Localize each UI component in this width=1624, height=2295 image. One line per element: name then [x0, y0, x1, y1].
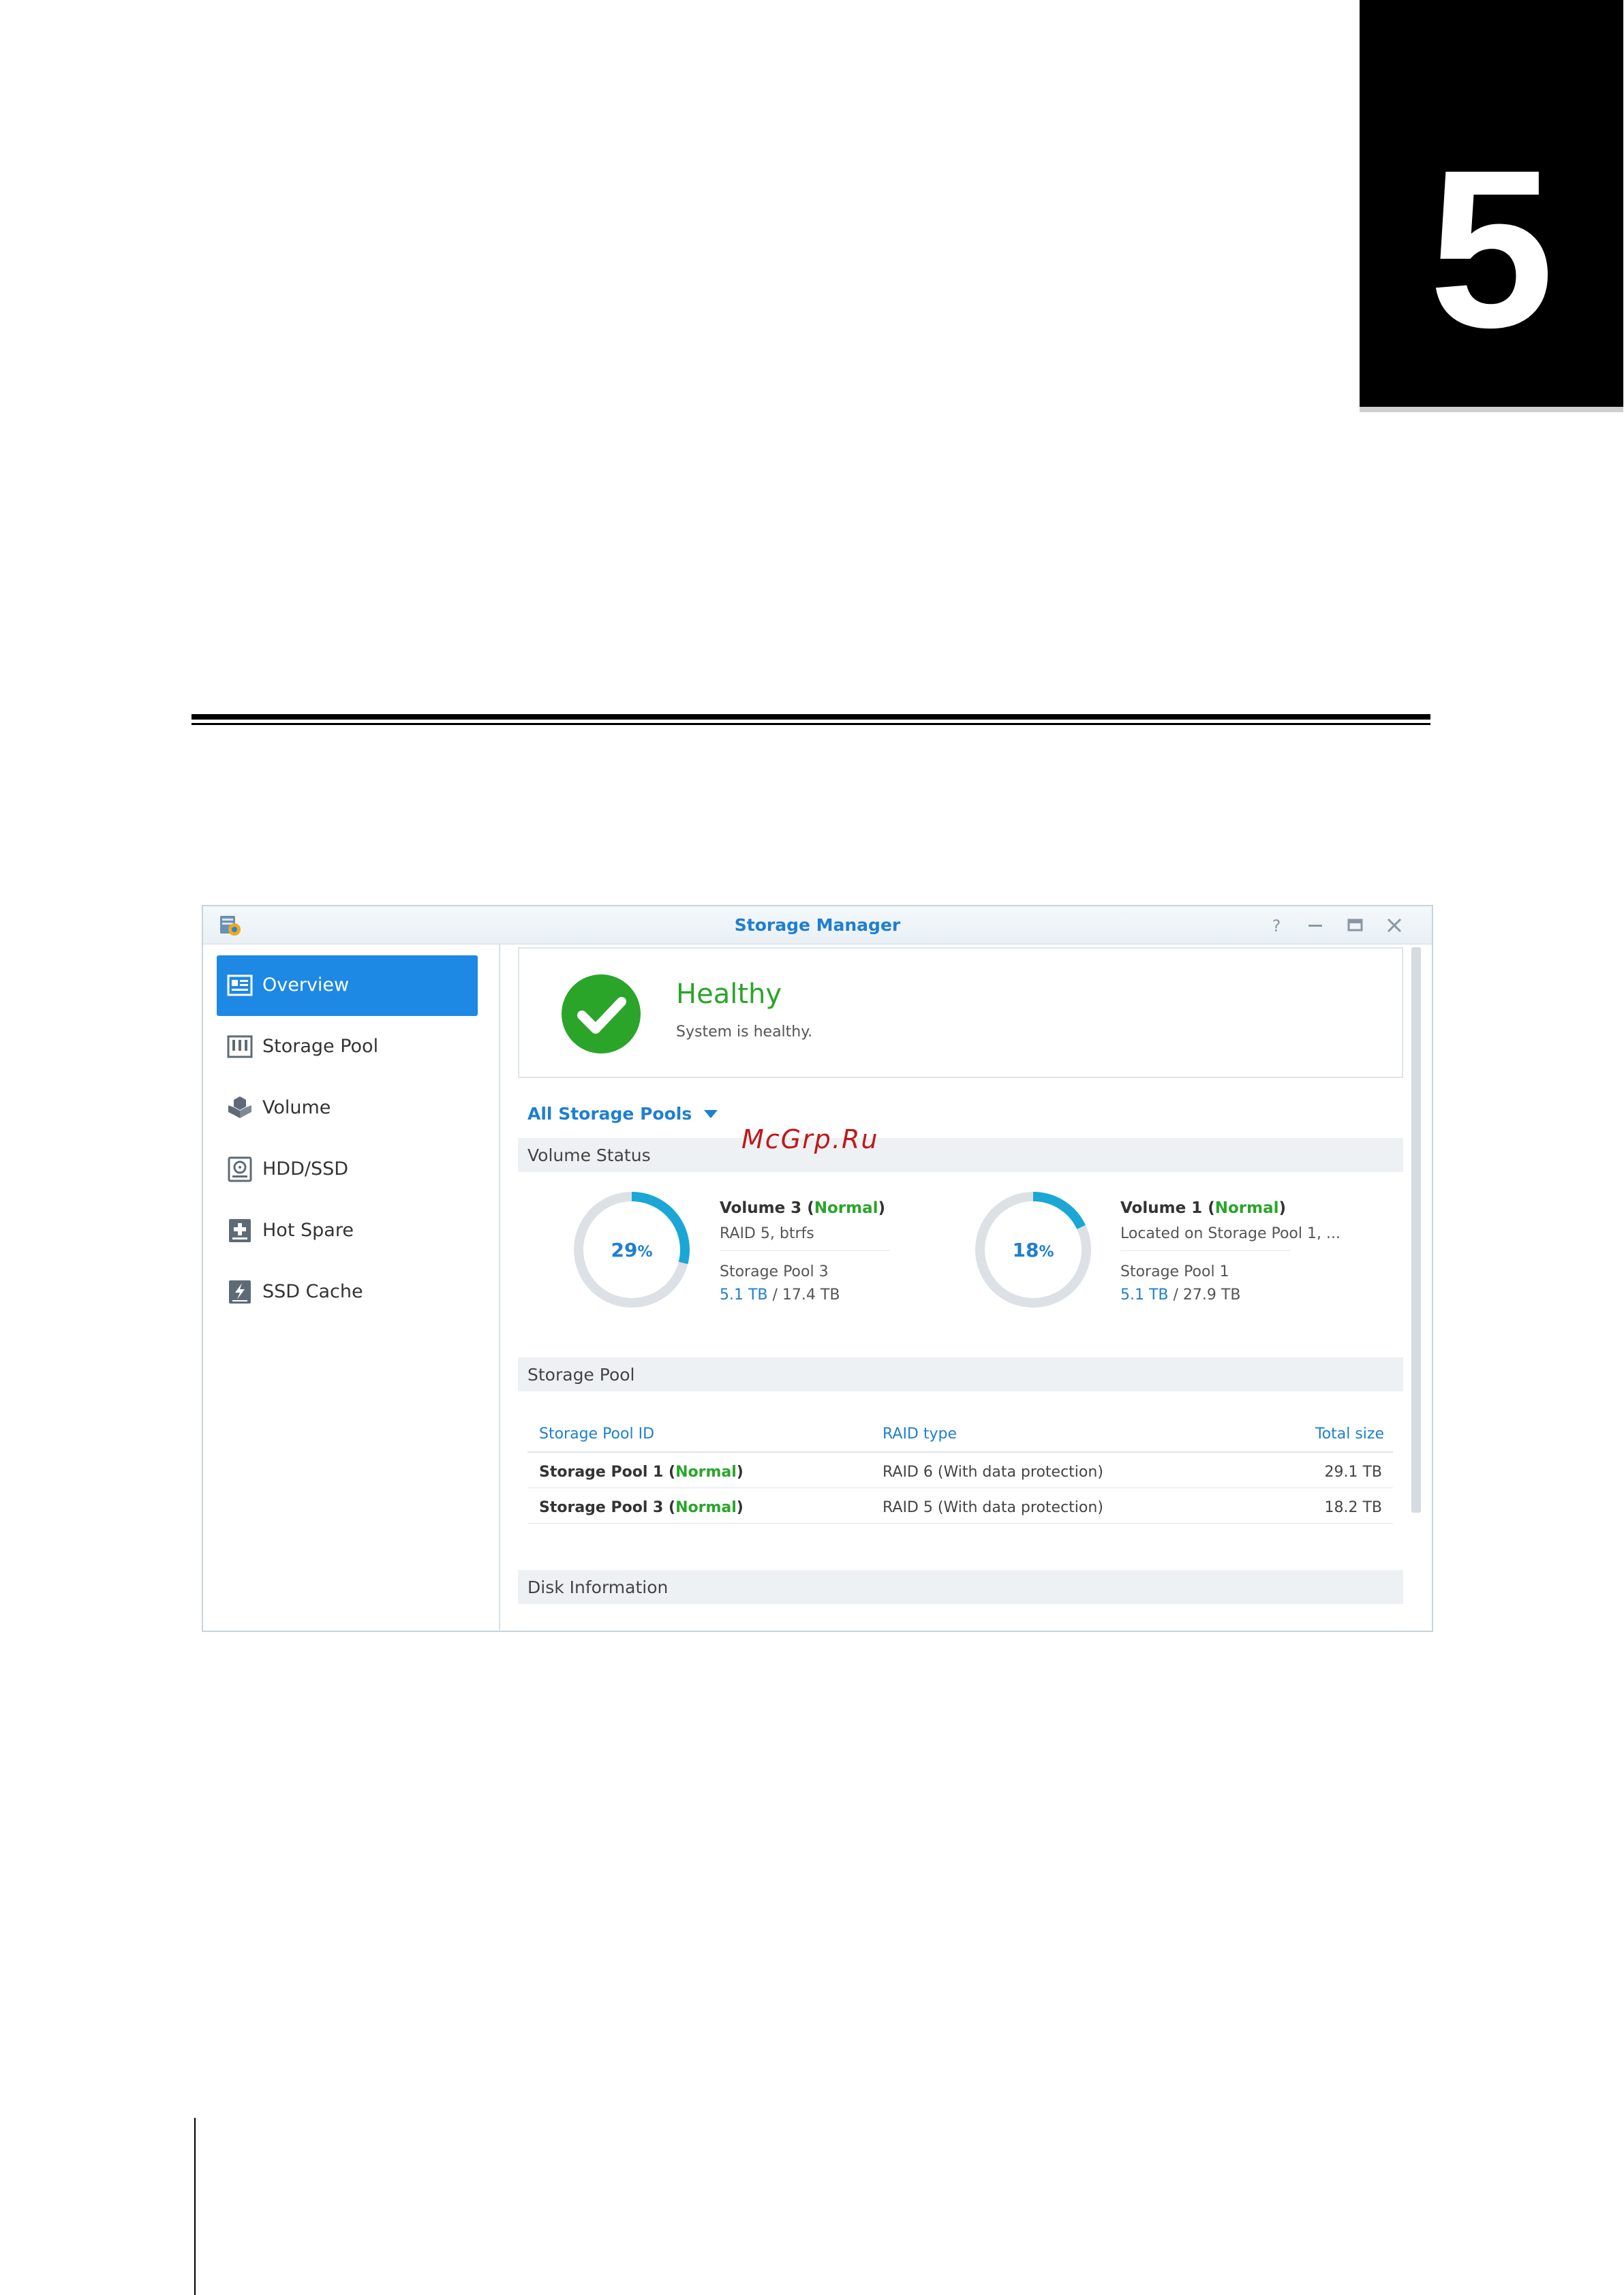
- volume-name: Volume 1 (Normal): [1120, 1199, 1286, 1217]
- page-margin-rule: [194, 2118, 196, 2295]
- pool-total-size: 29.1 TB: [1324, 1464, 1382, 1481]
- sidebar-item-label: SSD Cache: [262, 1281, 363, 1302]
- chapter-badge: 5: [1360, 0, 1623, 407]
- window-title: Storage Manager: [734, 915, 901, 935]
- volume-total: / 27.9 TB: [1168, 1287, 1241, 1304]
- svg-text:?: ?: [1272, 917, 1281, 936]
- pool-total-size: 18.2 TB: [1324, 1499, 1382, 1516]
- chapter-rule-thin: [191, 723, 1430, 725]
- divider: [1120, 1250, 1291, 1251]
- sidebar-item-label: Overview: [262, 974, 350, 996]
- health-title: Healthy: [676, 979, 782, 1010]
- chapter-number: 5: [1428, 123, 1554, 374]
- pool-state: Normal: [675, 1464, 737, 1481]
- table-row[interactable]: Storage Pool 1 (Normal): [539, 1464, 744, 1481]
- donut-percent-value: 18: [1012, 1239, 1039, 1261]
- sidebar-item-label: HDD/SSD: [262, 1158, 349, 1180]
- sidebar-item-overview[interactable]: Overview: [217, 955, 478, 1016]
- volume-name-text: Volume 1: [1120, 1199, 1203, 1217]
- help-icon[interactable]: ?: [1263, 912, 1290, 939]
- minimize-icon[interactable]: [1302, 912, 1329, 939]
- sidebar-item-hdd-ssd[interactable]: HDD/SSD: [217, 1139, 478, 1200]
- volume-usage: 5.1 TB / 17.4 TB: [720, 1287, 840, 1304]
- volume-used: 5.1 TB: [720, 1287, 768, 1304]
- volume-usage-donut: 18%: [973, 1190, 1093, 1310]
- sidebar-item-hot-spare[interactable]: Hot Spare: [217, 1201, 478, 1261]
- volume-detail: Located on Storage Pool 1, ...: [1120, 1225, 1340, 1242]
- volume-usage: 5.1 TB / 27.9 TB: [1120, 1287, 1240, 1304]
- pool-state: Normal: [675, 1499, 737, 1516]
- volume-used: 5.1 TB: [1120, 1287, 1169, 1304]
- volume-pool: Storage Pool 3: [720, 1263, 829, 1280]
- volume-state: Normal: [1214, 1199, 1279, 1217]
- storage-pool-header: Storage Pool: [518, 1357, 1403, 1391]
- disk-information-header: Disk Information: [518, 1570, 1403, 1604]
- close-icon[interactable]: [1381, 912, 1408, 939]
- pool-name: Storage Pool 3: [539, 1499, 664, 1516]
- donut-percent: 29%: [572, 1239, 692, 1261]
- column-header-total-size[interactable]: Total size: [1225, 1426, 1384, 1443]
- table-divider: [527, 1451, 1393, 1453]
- maximize-icon[interactable]: [1341, 912, 1368, 939]
- volume-name-text: Volume 3: [720, 1199, 802, 1217]
- donut-percent-value: 29: [611, 1239, 638, 1261]
- table-row[interactable]: Storage Pool 3 (Normal): [539, 1499, 744, 1516]
- column-header-raid-type[interactable]: RAID type: [883, 1426, 957, 1443]
- volume-detail: RAID 5, btrfs: [720, 1225, 814, 1242]
- sidebar: Overview Storage Pool Volume HDD/SSD Hot…: [203, 944, 500, 1631]
- health-subtitle: System is healthy.: [676, 1023, 813, 1041]
- pool-name: Storage Pool 1: [539, 1464, 664, 1481]
- watermark-text: McGrp.Ru: [741, 1124, 879, 1154]
- volume-total: / 17.4 TB: [767, 1287, 840, 1304]
- health-status-panel: Healthy System is healthy.: [518, 947, 1403, 1078]
- storage-pool-filter-dropdown[interactable]: All Storage Pools: [527, 1104, 718, 1124]
- pool-raid-type: RAID 6 (With data protection): [883, 1464, 1103, 1481]
- sidebar-item-label: Volume: [262, 1097, 331, 1118]
- volume-usage-donut: 29%: [572, 1190, 692, 1310]
- sidebar-item-label: Hot Spare: [262, 1220, 354, 1241]
- volume-name: Volume 3 (Normal): [720, 1199, 885, 1217]
- sidebar-item-storage-pool[interactable]: Storage Pool: [217, 1017, 478, 1077]
- pool-raid-type: RAID 5 (With data protection): [883, 1499, 1103, 1516]
- volume-status-header: Volume Status: [518, 1138, 1403, 1172]
- hdd-icon: [228, 1156, 252, 1182]
- volume-icon: [228, 1096, 251, 1118]
- column-header-pool-id[interactable]: Storage Pool ID: [539, 1426, 654, 1443]
- storage-pool-icon: [227, 1035, 253, 1058]
- ssd-cache-icon: [229, 1280, 251, 1304]
- hot-spare-icon: [229, 1219, 251, 1242]
- healthy-check-icon: [562, 974, 641, 1053]
- table-divider: [527, 1523, 1393, 1524]
- volume-pool: Storage Pool 1: [1120, 1263, 1229, 1280]
- divider: [720, 1250, 890, 1251]
- main-scrollbar[interactable]: [1411, 947, 1421, 1513]
- filter-label: All Storage Pools: [527, 1104, 692, 1124]
- donut-percent: 18%: [973, 1239, 1093, 1261]
- donut-percent-sign: %: [1039, 1244, 1054, 1261]
- sidebar-item-label: Storage Pool: [262, 1036, 379, 1057]
- volume-state: Normal: [814, 1199, 878, 1217]
- sidebar-item-volume[interactable]: Volume: [217, 1078, 478, 1139]
- chapter-rule-thick: [191, 714, 1430, 720]
- title-bar[interactable]: Storage Manager ?: [203, 906, 1432, 944]
- overview-icon: [227, 974, 253, 996]
- sidebar-item-ssd-cache[interactable]: SSD Cache: [217, 1262, 478, 1323]
- donut-percent-sign: %: [637, 1244, 653, 1261]
- chevron-down-icon: [704, 1110, 718, 1118]
- storage-manager-window: Storage Manager ? Overview Storage Pool …: [202, 905, 1433, 1632]
